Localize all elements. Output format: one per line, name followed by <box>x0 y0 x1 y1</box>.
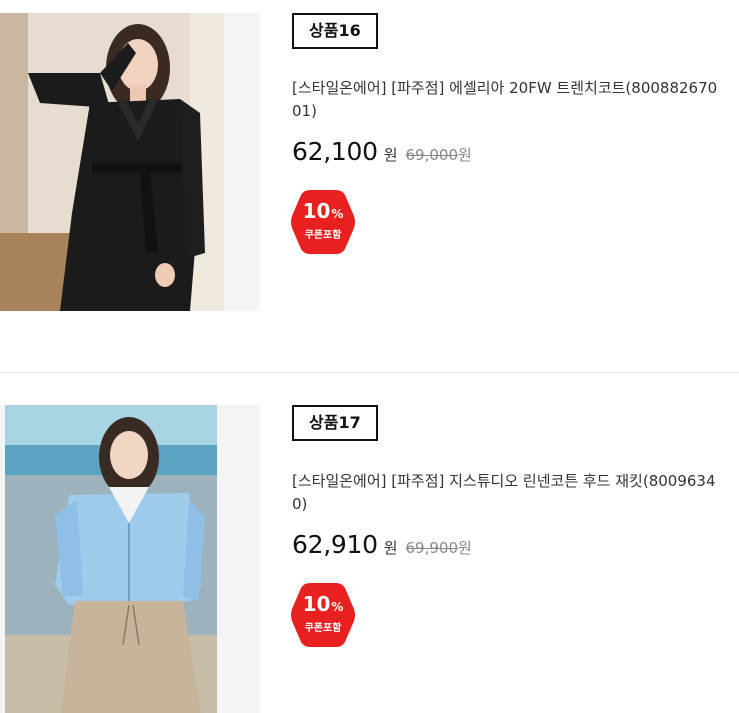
product-card[interactable]: 상품16 [스타일온에어] [파주점] 에셀리아 20FW 트렌치코트(8008… <box>0 0 739 372</box>
black-trench-coat-model-photo-icon <box>0 13 224 311</box>
sale-price-unit: 원 <box>383 539 398 557</box>
coupon-percent-value: 10 <box>302 199 331 223</box>
product-thumbnail[interactable] <box>0 13 260 311</box>
coupon-label: 쿠폰포함 <box>304 623 342 634</box>
coupon-label: 쿠폰포함 <box>304 230 342 241</box>
product-card[interactable]: 상품17 [스타일온에어] [파주점] 지스튜디오 린넨코튼 후드 재킷(800… <box>0 373 739 713</box>
price-row: 62,910 원 69,900원 <box>292 530 472 559</box>
coupon-percent: 10% <box>290 593 356 618</box>
coupon-percent-value: 10 <box>302 592 331 616</box>
product-title[interactable]: [스타일온에어] [파주점] 에셀리아 20FW 트렌치코트(800882670… <box>292 77 724 123</box>
product-title[interactable]: [스타일온에어] [파주점] 지스튜디오 린넨코튼 후드 재킷(80096340… <box>292 470 724 516</box>
coupon-percent-sign: % <box>331 600 344 614</box>
coupon-percent: 10% <box>290 200 356 225</box>
product-number-badge: 상품16 <box>292 13 378 49</box>
original-price: 69,900원 <box>406 537 472 558</box>
price-row: 62,100 원 69,000원 <box>292 137 472 166</box>
original-price-value: 69,900 <box>405 539 459 557</box>
original-price-unit: 원 <box>458 146 472 164</box>
original-price-unit: 원 <box>458 539 472 557</box>
product-photo[interactable] <box>5 405 217 713</box>
sale-price: 62,910 <box>292 530 378 559</box>
sale-price-unit: 원 <box>383 146 398 164</box>
product-thumbnail[interactable] <box>0 405 260 713</box>
coupon-discount-badge: 10% 쿠폰포함 <box>290 581 356 649</box>
original-price: 69,000원 <box>406 144 472 165</box>
original-price-value: 69,000 <box>405 146 459 164</box>
sale-price: 62,100 <box>292 137 378 166</box>
blue-hooded-jacket-model-photo-icon <box>5 405 217 713</box>
product-photo[interactable] <box>0 13 224 311</box>
coupon-percent-sign: % <box>331 207 344 221</box>
coupon-discount-badge: 10% 쿠폰포함 <box>290 188 356 256</box>
product-number-badge: 상품17 <box>292 405 378 441</box>
